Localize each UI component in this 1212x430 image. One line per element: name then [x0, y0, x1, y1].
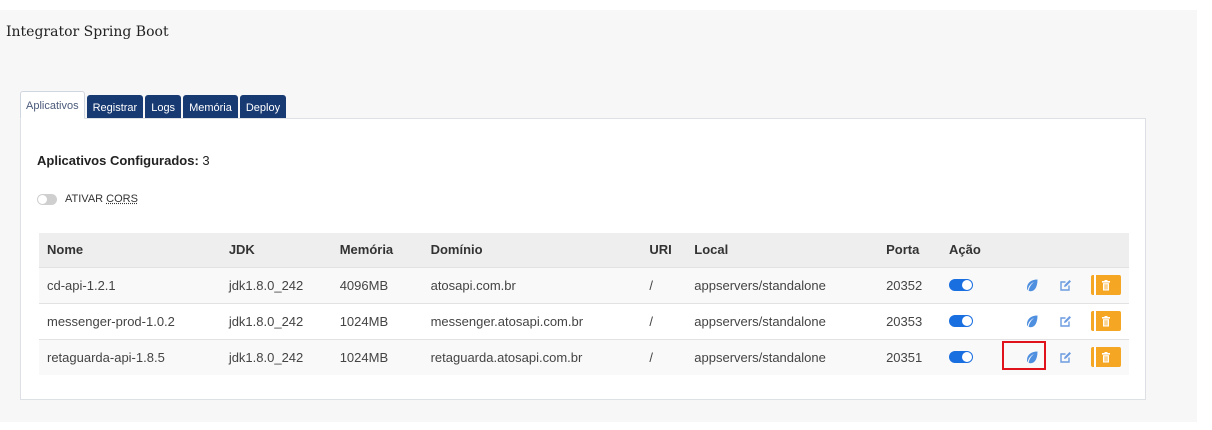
cell-status — [941, 302, 1001, 339]
cell-uri: / — [641, 302, 687, 339]
tab-bar: Aplicativos Registrar Logs Memória Deplo… — [20, 91, 287, 119]
cell-local: appservers/standalone — [686, 302, 879, 339]
delete-button[interactable] — [1091, 347, 1121, 368]
cors-switch-row: ATIVAR CORS — [37, 193, 138, 205]
trash-icon — [1102, 279, 1110, 290]
cell-uri: / — [641, 266, 687, 303]
row-actions — [1009, 275, 1121, 295]
table-row: messenger-prod-1.0.2 jdk1.8.0_242 1024MB… — [39, 302, 1129, 339]
spring-leaf-icon[interactable] — [1025, 278, 1039, 292]
header-acao: Ação — [941, 233, 1001, 267]
cell-dominio: messenger.atosapi.com.br — [422, 302, 642, 339]
cell-jdk: jdk1.8.0_242 — [220, 302, 332, 339]
spring-leaf-icon[interactable] — [1025, 314, 1039, 328]
header-local: Local — [686, 233, 879, 267]
app-title: Integrator Spring Boot — [6, 24, 169, 40]
cell-status — [941, 338, 1001, 375]
app-active-toggle[interactable] — [949, 315, 974, 327]
cell-porta: 20353 — [878, 302, 942, 339]
applications-table: Nome JDK Memória Domínio URI Local Porta… — [39, 233, 1129, 375]
app-active-toggle[interactable] — [949, 351, 974, 364]
cell-status — [941, 266, 1001, 303]
edit-icon[interactable] — [1059, 279, 1072, 292]
cell-nome: retaguarda-api-1.8.5 — [39, 338, 221, 375]
tab-deploy[interactable]: Deploy — [239, 95, 287, 119]
configured-label: Aplicativos Configurados: — [37, 153, 199, 168]
cell-actions — [1001, 266, 1129, 303]
cell-memoria: 4096MB — [331, 266, 423, 303]
header-uri: URI — [641, 233, 687, 267]
configured-count-line: Aplicativos Configurados: 3 — [37, 153, 210, 168]
cell-jdk: jdk1.8.0_242 — [220, 266, 332, 303]
header-jdk: JDK — [220, 233, 332, 267]
header-dominio: Domínio — [422, 233, 642, 267]
tab-logs[interactable]: Logs — [145, 95, 182, 119]
cell-local: appservers/standalone — [686, 266, 879, 303]
edit-icon[interactable] — [1059, 315, 1072, 328]
trash-icon — [1102, 315, 1110, 326]
cell-actions — [1001, 338, 1129, 375]
header-actions-extra — [1001, 233, 1129, 267]
table-row: cd-api-1.2.1 jdk1.8.0_242 4096MB atosapi… — [39, 266, 1129, 303]
cell-dominio: retaguarda.atosapi.com.br — [422, 338, 642, 375]
header-nome: Nome — [39, 233, 221, 267]
header-porta: Porta — [878, 233, 942, 267]
spring-leaf-icon[interactable] — [1002, 340, 1046, 370]
tab-memoria[interactable]: Memória — [183, 95, 238, 119]
tab-aplicativos[interactable]: Aplicativos — [20, 91, 85, 119]
app-active-toggle[interactable] — [949, 279, 974, 291]
tab-registrar[interactable]: Registrar — [86, 95, 144, 119]
header-memoria: Memória — [331, 233, 423, 267]
cell-dominio: atosapi.com.br — [422, 266, 642, 303]
cell-nome: cd-api-1.2.1 — [39, 266, 221, 303]
configured-count: 3 — [202, 153, 210, 168]
delete-button[interactable] — [1091, 311, 1121, 331]
cell-local: appservers/standalone — [686, 338, 879, 375]
table-row: retaguarda-api-1.8.5 jdk1.8.0_242 1024MB… — [39, 338, 1129, 375]
row-actions — [1009, 311, 1121, 331]
cors-toggle[interactable] — [37, 193, 57, 205]
cell-porta: 20352 — [878, 266, 942, 303]
page-background: Integrator Spring Boot Aplicativos Regis… — [0, 10, 1197, 422]
cors-abbr: CORS — [106, 193, 138, 205]
cell-porta: 20351 — [878, 338, 942, 375]
row-actions — [1002, 340, 1121, 370]
cell-uri: / — [641, 338, 687, 375]
cell-jdk: jdk1.8.0_242 — [220, 338, 332, 375]
delete-button[interactable] — [1091, 275, 1121, 295]
trash-icon — [1102, 351, 1110, 363]
cell-memoria: 1024MB — [331, 338, 423, 375]
table-header-row: Nome JDK Memória Domínio URI Local Porta… — [39, 233, 1129, 267]
cell-memoria: 1024MB — [331, 302, 423, 339]
highlight-box — [1002, 340, 1046, 370]
applications-panel: Aplicativos Configurados: 3 ATIVAR CORS … — [20, 118, 1146, 400]
cors-label-prefix: ATIVAR — [65, 193, 107, 205]
cors-label: ATIVAR CORS — [65, 193, 138, 205]
cell-actions — [1001, 302, 1129, 339]
edit-icon[interactable] — [1059, 351, 1072, 364]
cell-nome: messenger-prod-1.0.2 — [39, 302, 221, 339]
